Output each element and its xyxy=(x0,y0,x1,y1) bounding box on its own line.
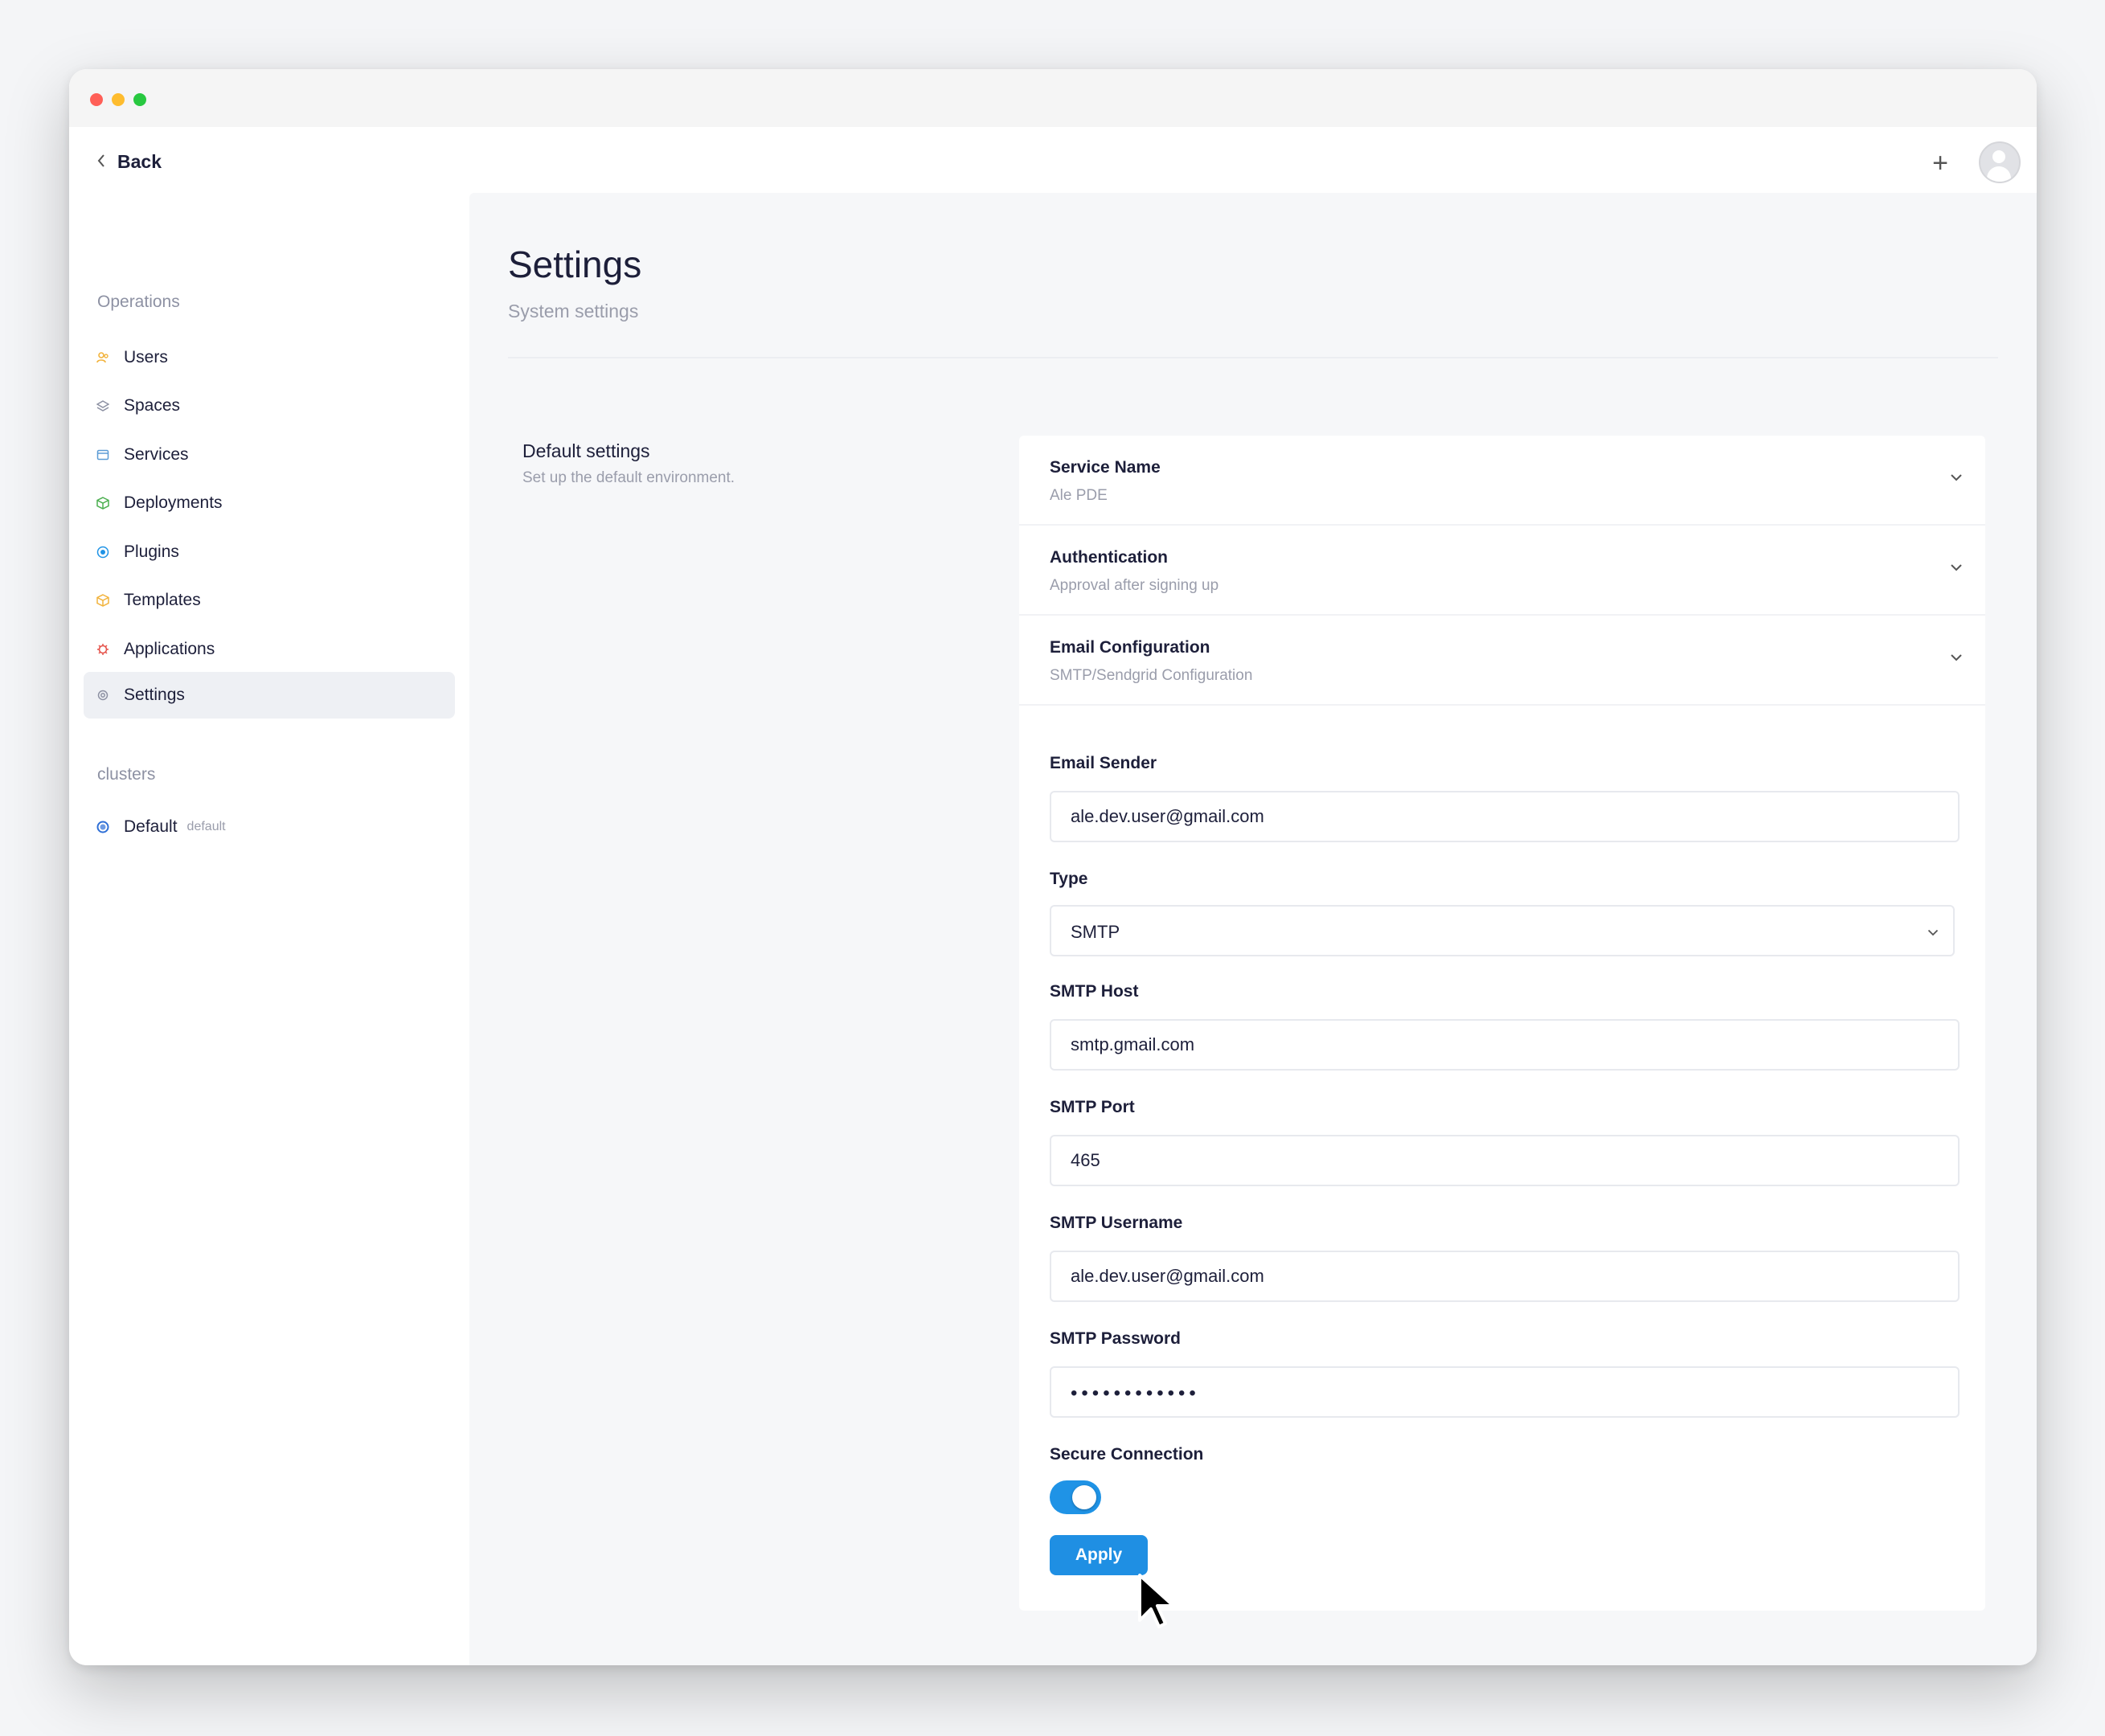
title-bar xyxy=(69,69,2037,129)
sidebar-item-label: Deployments xyxy=(124,493,223,512)
maximize-window-button[interactable] xyxy=(133,93,146,106)
cluster-badge: default xyxy=(186,820,226,833)
secure-connection-toggle[interactable] xyxy=(1050,1480,1101,1514)
chevron-left-icon xyxy=(96,151,106,173)
email-sender-input[interactable] xyxy=(1050,791,1960,842)
accordion-title: Service Name xyxy=(1050,458,1161,477)
smtp-host-input[interactable] xyxy=(1050,1019,1960,1071)
plus-icon: + xyxy=(1932,148,1948,178)
accordion-email-configuration[interactable]: Email Configuration SMTP/Sendgrid Config… xyxy=(1019,616,1985,706)
deployments-icon xyxy=(96,497,109,510)
operations-heading: Operations xyxy=(97,293,180,311)
clusters-heading: clusters xyxy=(97,765,156,784)
smtp-host-label: SMTP Host xyxy=(1050,982,1139,1001)
plugins-icon xyxy=(96,546,109,559)
email-sender-label: Email Sender xyxy=(1050,754,1157,772)
sidebar-item-services[interactable]: Services xyxy=(84,432,455,478)
accordion-subtitle: SMTP/Sendgrid Configuration xyxy=(1050,667,1253,684)
password-value: •••••••••••• xyxy=(1071,1382,1200,1404)
spaces-icon xyxy=(96,399,109,412)
accordion-title: Authentication xyxy=(1050,548,1168,567)
smtp-username-input[interactable] xyxy=(1050,1251,1960,1302)
sidebar-item-label: Settings xyxy=(124,686,185,704)
close-window-button[interactable] xyxy=(90,93,103,106)
sidebar-item-spaces[interactable]: Spaces xyxy=(84,383,455,429)
services-icon xyxy=(96,448,109,461)
sidebar-item-users[interactable]: Users xyxy=(84,334,455,381)
sidebar: Operations Users Spaces Services Deploym… xyxy=(69,193,469,1665)
type-label: Type xyxy=(1050,870,1088,888)
accordion-title: Email Configuration xyxy=(1050,638,1210,657)
type-select-value: SMTP xyxy=(1071,922,1120,942)
settings-icon xyxy=(96,689,109,702)
sidebar-item-templates[interactable]: Templates xyxy=(84,577,455,624)
back-label: Back xyxy=(117,151,162,172)
toggle-knob xyxy=(1072,1485,1096,1509)
mouse-cursor-icon xyxy=(1136,1572,1178,1637)
sidebar-item-label: Services xyxy=(124,445,189,464)
accordion-subtitle: Approval after signing up xyxy=(1050,577,1219,594)
accordion-subtitle: Ale PDE xyxy=(1050,487,1108,504)
sidebar-item-default-cluster[interactable]: Default default xyxy=(84,804,455,850)
section-title: Default settings xyxy=(522,440,650,461)
sidebar-item-deployments[interactable]: Deployments xyxy=(84,480,455,526)
section-description: Set up the default environment. xyxy=(522,469,735,486)
smtp-password-input[interactable]: •••••••••••• xyxy=(1050,1366,1960,1418)
chevron-down-icon xyxy=(1950,561,1963,575)
avatar-body-shape xyxy=(1987,166,2011,182)
page-subtitle: System settings xyxy=(508,301,639,321)
type-select[interactable]: SMTP xyxy=(1050,905,1955,956)
applications-icon xyxy=(96,643,109,656)
smtp-password-label: SMTP Password xyxy=(1050,1329,1181,1348)
app-window: Back + Operations Users Spaces Services xyxy=(69,69,2037,1665)
smtp-username-label: SMTP Username xyxy=(1050,1214,1183,1232)
avatar-head-shape xyxy=(1992,150,2005,163)
templates-icon xyxy=(96,594,109,607)
chevron-down-icon xyxy=(1950,471,1963,485)
smtp-port-label: SMTP Port xyxy=(1050,1098,1135,1116)
sidebar-item-applications[interactable]: Applications xyxy=(84,626,455,673)
secure-connection-label: Secure Connection xyxy=(1050,1445,1204,1464)
sidebar-item-settings[interactable]: Settings xyxy=(84,672,455,719)
accordion-service-name[interactable]: Service Name Ale PDE xyxy=(1019,436,1985,526)
users-icon xyxy=(96,351,109,364)
sidebar-item-label: Plugins xyxy=(124,542,179,561)
smtp-port-input[interactable] xyxy=(1050,1135,1960,1186)
chevron-down-icon xyxy=(1927,926,1939,940)
apply-button[interactable]: Apply xyxy=(1050,1535,1148,1575)
main-content: Settings System settings Default setting… xyxy=(469,193,2037,1665)
sidebar-item-plugins[interactable]: Plugins xyxy=(84,529,455,575)
divider xyxy=(508,357,1998,358)
sidebar-item-label: Spaces xyxy=(124,396,181,415)
back-button[interactable]: Back xyxy=(96,151,162,173)
settings-card: Service Name Ale PDE Authentication Appr… xyxy=(1019,436,1985,1611)
top-bar xyxy=(69,127,2037,193)
accordion-authentication[interactable]: Authentication Approval after signing up xyxy=(1019,526,1985,616)
avatar[interactable] xyxy=(1979,141,2021,183)
cluster-icon xyxy=(96,821,109,833)
cluster-label: Default xyxy=(124,817,178,836)
sidebar-item-label: Users xyxy=(124,348,168,366)
sidebar-item-label: Templates xyxy=(124,591,201,609)
page-title: Settings xyxy=(508,244,642,285)
chevron-down-icon xyxy=(1950,651,1963,665)
sidebar-item-label: Applications xyxy=(124,640,215,658)
minimize-window-button[interactable] xyxy=(112,93,125,106)
add-button[interactable]: + xyxy=(1932,149,1948,177)
